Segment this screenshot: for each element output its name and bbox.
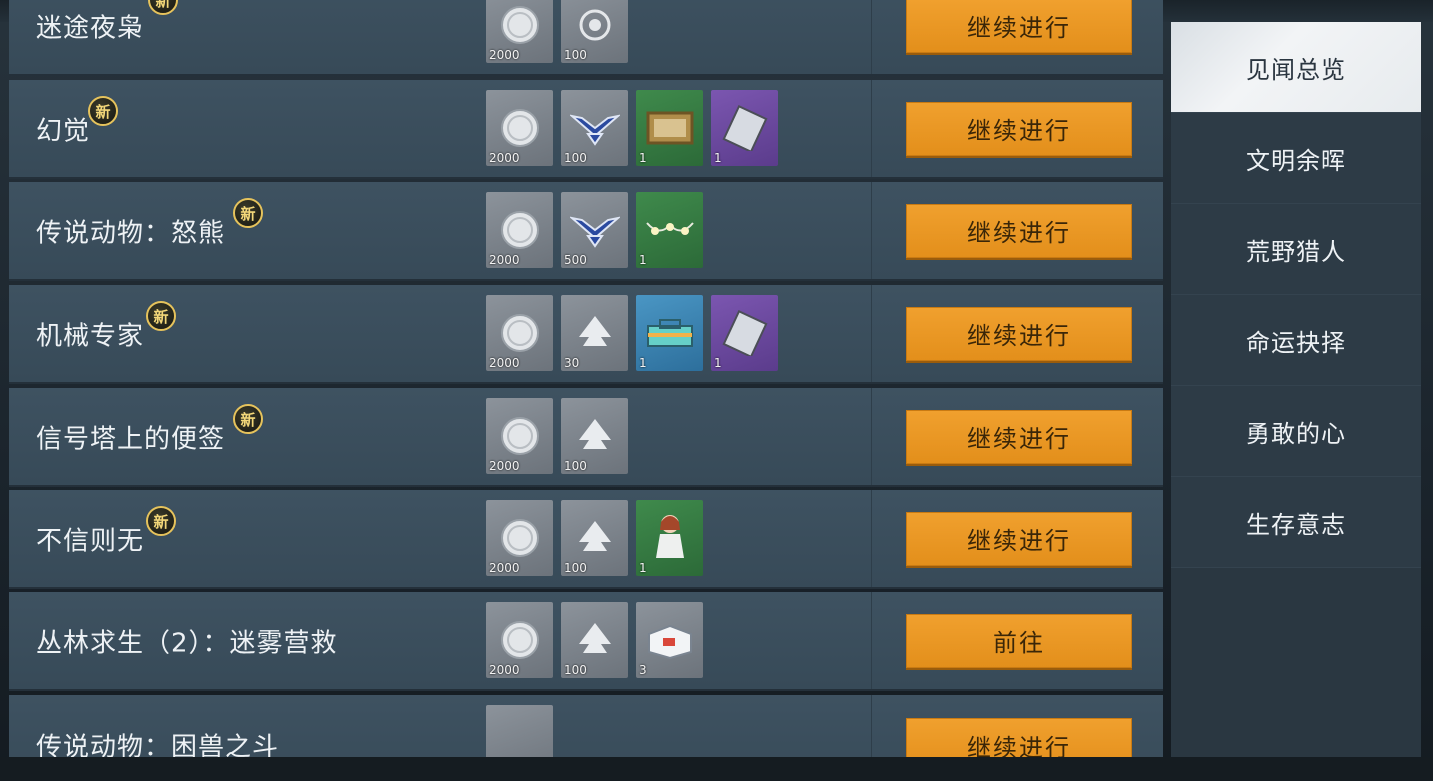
tab-brave-heart[interactable]: 勇敢的心: [1171, 386, 1421, 477]
task-title: 幻觉: [36, 116, 91, 146]
tab-overview[interactable]: 见闻总览: [1171, 22, 1421, 113]
string-lights-icon[interactable]: 1: [636, 192, 703, 268]
tab-wilderness-hunter[interactable]: 荒野猎人: [1171, 204, 1421, 295]
wing-emblem-icon[interactable]: 500: [561, 192, 628, 268]
reward-list: 2000 500 1: [486, 192, 703, 268]
new-badge: 新: [146, 506, 176, 536]
new-badge: 新: [233, 404, 263, 434]
task-list[interactable]: 迷途夜枭 新 2000 100 继续进行 幻觉 新 2000 100 1 1 继…: [9, 0, 1163, 757]
reward-count: 1: [714, 356, 722, 370]
tree-icon[interactable]: 30: [561, 295, 628, 371]
task-title: 迷途夜枭: [36, 13, 145, 43]
silver-coin-icon[interactable]: 2000: [486, 295, 553, 371]
badge-emblem-icon[interactable]: 100: [561, 0, 628, 63]
reward-count: 1: [639, 356, 647, 370]
new-badge: 新: [148, 0, 178, 15]
supply-box-icon[interactable]: 3: [636, 602, 703, 678]
reward-count: 2000: [489, 663, 520, 677]
reward-count: 100: [564, 151, 587, 165]
new-badge: 新: [233, 198, 263, 228]
task-title: 信号塔上的便签: [36, 424, 226, 454]
silver-coin-icon[interactable]: 2000: [486, 90, 553, 166]
tree-icon[interactable]: 100: [561, 500, 628, 576]
bottom-bar: [0, 757, 1433, 781]
tab-fate-choice[interactable]: 命运抉择: [1171, 295, 1421, 386]
tab-civilization-afterglow[interactable]: 文明余晖: [1171, 113, 1421, 204]
reward-count: 2000: [489, 253, 520, 267]
reward-count: 30: [564, 356, 580, 370]
reward-count: 500: [564, 253, 587, 267]
reward-list: 2000 100: [486, 0, 628, 63]
continue-button[interactable]: 继续进行: [906, 511, 1132, 566]
continue-button[interactable]: 继续进行: [906, 0, 1132, 53]
continue-button[interactable]: 继续进行: [906, 718, 1132, 757]
reward-list: 2000 100 1: [486, 500, 703, 576]
task-row: 传说动物：怒熊 新 2000 500 1 继续进行: [9, 182, 1163, 281]
reward-list: [486, 705, 553, 757]
task-title: 传说动物：怒熊: [36, 218, 226, 248]
task-row: 信号塔上的便签 新 2000 100 继续进行: [9, 388, 1163, 487]
continue-button[interactable]: 继续进行: [906, 101, 1132, 156]
blueprint-card-icon[interactable]: 1: [711, 295, 778, 371]
go-button[interactable]: 前往: [906, 613, 1132, 668]
category-sidebar: 见闻总览 文明余晖 荒野猎人 命运抉择 勇敢的心 生存意志: [1171, 22, 1421, 757]
reward-list: 2000 100 1 1: [486, 90, 778, 166]
continue-button[interactable]: 继续进行: [906, 203, 1132, 258]
task-title: 丛林求生（2）：迷雾营救: [36, 628, 338, 658]
continue-button[interactable]: 继续进行: [906, 306, 1132, 361]
toolbox-icon[interactable]: 1: [636, 295, 703, 371]
new-badge: 新: [88, 96, 118, 126]
reward-count: 1: [714, 151, 722, 165]
reward-list: 2000 30 1 1: [486, 295, 778, 371]
reward-count: 100: [564, 459, 587, 473]
reward-count: 3: [639, 663, 647, 677]
reward-count: 1: [639, 253, 647, 267]
task-row: 不信则无 新 2000 100 1 继续进行: [9, 490, 1163, 589]
reward-list: 2000 100 3: [486, 602, 703, 678]
reward-list: 2000 100: [486, 398, 628, 474]
reward-count: 1: [639, 561, 647, 575]
reward-count: 2000: [489, 151, 520, 165]
task-title: 传说动物：困兽之斗: [36, 732, 280, 758]
tree-icon[interactable]: 100: [561, 398, 628, 474]
task-title: 机械专家: [36, 321, 145, 351]
reward-count: 2000: [489, 356, 520, 370]
tree-icon[interactable]: 100: [561, 602, 628, 678]
continue-button[interactable]: 继续进行: [906, 409, 1132, 464]
wing-emblem-icon[interactable]: 100: [561, 90, 628, 166]
task-row: 迷途夜枭 新 2000 100 继续进行: [9, 0, 1163, 76]
silver-coin-icon[interactable]: 2000: [486, 0, 553, 63]
silver-coin-icon[interactable]: 2000: [486, 602, 553, 678]
task-row: 丛林求生（2）：迷雾营救 2000 100 3 前往: [9, 592, 1163, 691]
reward-count: 2000: [489, 459, 520, 473]
reward-count: 2000: [489, 48, 520, 62]
reward-count: 100: [564, 663, 587, 677]
tab-survival-will[interactable]: 生存意志: [1171, 477, 1421, 568]
doll-icon[interactable]: 1: [636, 500, 703, 576]
task-row: 幻觉 新 2000 100 1 1 继续进行: [9, 80, 1163, 179]
reward-count: 1: [639, 151, 647, 165]
new-badge: 新: [146, 301, 176, 331]
painting-icon[interactable]: 1: [636, 90, 703, 166]
task-row: 传说动物：困兽之斗 继续进行: [9, 695, 1163, 757]
reward-count: 100: [564, 561, 587, 575]
task-title: 不信则无: [36, 526, 145, 556]
reward-count: 100: [564, 48, 587, 62]
silver-coin-icon[interactable]: 2000: [486, 500, 553, 576]
blueprint-card-icon[interactable]: 1: [711, 90, 778, 166]
silver-coin-icon[interactable]: 2000: [486, 398, 553, 474]
silver-coin-icon[interactable]: [486, 705, 553, 757]
task-row: 机械专家 新 2000 30 1 1 继续进行: [9, 285, 1163, 384]
reward-count: 2000: [489, 561, 520, 575]
silver-coin-icon[interactable]: 2000: [486, 192, 553, 268]
